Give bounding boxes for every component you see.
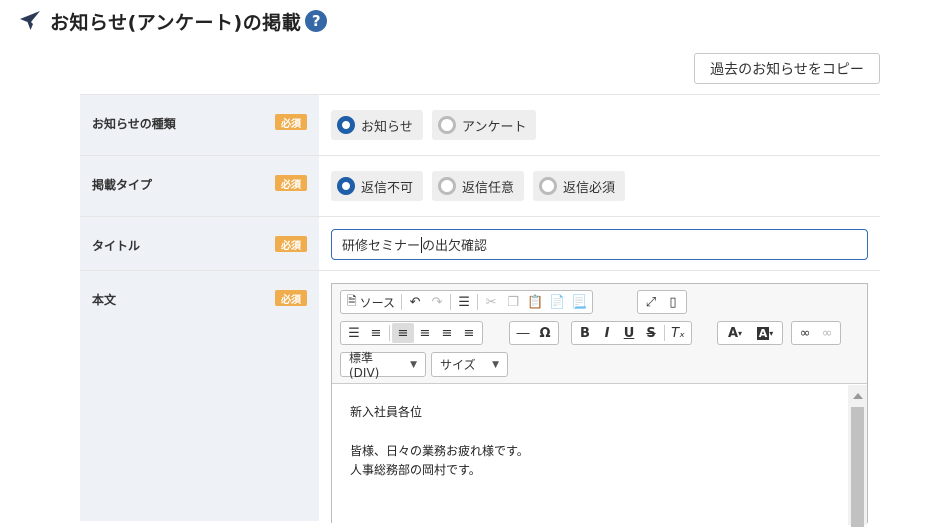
bold-icon[interactable]: B bbox=[574, 323, 596, 343]
editor-scrollbar[interactable] bbox=[848, 385, 867, 527]
radio-checked-icon bbox=[337, 116, 355, 134]
required-badge: 必須 bbox=[275, 175, 307, 191]
rich-text-editor: 🗎 ソース ↶ ↷ ☰ ✂ ❐ 📋 📄 📃 ⤢ ▯ ☰ ≡ ≡ ≡ ≡ ≡ ― … bbox=[331, 283, 868, 527]
required-badge: 必須 bbox=[275, 114, 307, 130]
content-line: 新入社員各位 bbox=[350, 405, 423, 419]
radio-reply-required[interactable]: 返信必須 bbox=[533, 171, 626, 201]
align-justify-icon[interactable]: ≡ bbox=[458, 323, 480, 343]
undo-icon[interactable]: ↶ bbox=[404, 292, 426, 312]
radio-unchecked-icon bbox=[539, 177, 557, 195]
radio-reply-optional[interactable]: 返信任意 bbox=[432, 171, 525, 201]
align-right-icon[interactable]: ≡ bbox=[436, 323, 458, 343]
italic-icon[interactable]: I bbox=[596, 323, 618, 343]
toolbar-group-paragraph: ☰ ≡ ≡ ≡ ≡ ≡ bbox=[340, 321, 483, 345]
maximize-icon[interactable]: ⤢ bbox=[640, 292, 662, 312]
label-notice-type: お知らせの種類 bbox=[92, 117, 176, 131]
label-post-type: 掲載タイプ bbox=[92, 178, 153, 192]
source-button[interactable]: 🗎 ソース bbox=[343, 292, 399, 312]
copy-icon[interactable]: ❐ bbox=[502, 292, 524, 312]
cut-icon[interactable]: ✂ bbox=[480, 292, 502, 312]
text-color-icon[interactable]: A ▾ bbox=[720, 323, 750, 343]
title-text-after-caret: の出欠確認 bbox=[422, 239, 488, 254]
radio-label: 返信必須 bbox=[563, 180, 616, 196]
radio-checked-icon bbox=[337, 177, 355, 195]
link-icon[interactable]: ∞ bbox=[794, 323, 816, 343]
template-icon[interactable]: ☰ bbox=[453, 292, 475, 312]
radio-label: 返信任意 bbox=[462, 180, 515, 196]
label-title: タイトル bbox=[92, 239, 141, 253]
paste-word-icon[interactable]: 📃 bbox=[568, 292, 590, 312]
page-title: お知らせ(アンケート)の掲載 bbox=[50, 11, 302, 34]
paste-text-icon[interactable]: 📄 bbox=[546, 292, 568, 312]
editor-toolbar: 🗎 ソース ↶ ↷ ☰ ✂ ❐ 📋 📄 📃 ⤢ ▯ ☰ ≡ ≡ ≡ ≡ ≡ ― … bbox=[332, 284, 867, 384]
toolbar-group-links: ∞ ∞ bbox=[791, 321, 841, 345]
radio-notice[interactable]: お知らせ bbox=[331, 110, 423, 140]
notice-form: お知らせの種類 必須 お知らせ アンケート 掲載タイプ 必須 返信不可 返信任意… bbox=[80, 94, 880, 527]
title-text-before-caret: 研修セミナー bbox=[342, 239, 421, 254]
numbered-list-icon[interactable]: ☰ bbox=[343, 323, 365, 343]
background-color-icon[interactable]: A ▾ bbox=[750, 323, 780, 343]
page-header: お知らせ(アンケート)の掲載 ? bbox=[18, 8, 328, 34]
content-line: 人事総務部の岡村です。 bbox=[350, 463, 481, 477]
show-blocks-icon[interactable]: ▯ bbox=[662, 292, 684, 312]
dropdown-arrow-icon: ▼ bbox=[492, 359, 499, 370]
required-badge: 必須 bbox=[275, 290, 307, 306]
radio-survey[interactable]: アンケート bbox=[432, 110, 537, 140]
label-body: 本文 bbox=[92, 293, 117, 307]
row-notice-type: お知らせの種類 必須 お知らせ アンケート bbox=[80, 95, 880, 156]
bullet-list-icon[interactable]: ≡ bbox=[365, 323, 387, 343]
radio-unchecked-icon bbox=[438, 116, 456, 134]
help-icon[interactable]: ? bbox=[305, 10, 328, 32]
radio-label: アンケート bbox=[462, 119, 527, 135]
format-select[interactable]: 標準 (DIV) ▼ bbox=[340, 351, 426, 380]
scroll-up-icon[interactable] bbox=[853, 393, 863, 399]
send-icon bbox=[18, 9, 42, 33]
font-size-select[interactable]: サイズ ▼ bbox=[431, 352, 508, 377]
radio-label: お知らせ bbox=[361, 119, 413, 135]
dropdown-arrow-icon: ▼ bbox=[410, 359, 417, 370]
horizontal-rule-icon[interactable]: ― bbox=[512, 323, 534, 343]
radio-unchecked-icon bbox=[438, 177, 456, 195]
toolbar-group-view: ⤢ ▯ bbox=[637, 290, 687, 314]
strikethrough-icon[interactable]: S bbox=[640, 323, 662, 343]
row-title: タイトル 必須 研修セミナー の出欠確認 bbox=[80, 217, 880, 271]
radio-no-reply[interactable]: 返信不可 bbox=[331, 171, 424, 201]
radio-label: 返信不可 bbox=[361, 180, 414, 196]
source-icon: 🗎 bbox=[347, 293, 357, 308]
toolbar-group-insert: ― Ω bbox=[509, 321, 559, 345]
unlink-icon[interactable]: ∞ bbox=[816, 323, 838, 343]
title-input[interactable]: 研修セミナー の出欠確認 bbox=[331, 229, 868, 260]
required-badge: 必須 bbox=[275, 236, 307, 252]
row-body: 本文 必須 🗎 ソース ↶ ↷ ☰ ✂ ❐ 📋 📄 📃 ⤢ ▯ ☰ ≡ ≡ ≡ … bbox=[80, 271, 880, 527]
editor-content[interactable]: 新入社員各位 皆様、日々の業務お疲れ様です。 人事総務部の岡村です。 bbox=[332, 385, 848, 525]
toolbar-group-document: 🗎 ソース ↶ ↷ ☰ ✂ ❐ 📋 📄 📃 bbox=[340, 290, 594, 314]
remove-format-icon[interactable]: Tₓ bbox=[667, 323, 689, 343]
redo-icon[interactable]: ↷ bbox=[426, 292, 448, 312]
special-char-icon[interactable]: Ω bbox=[534, 323, 556, 343]
align-center-icon[interactable]: ≡ bbox=[414, 323, 436, 343]
toolbar-group-basic-styles: B I U S Tₓ bbox=[571, 321, 692, 345]
align-left-icon[interactable]: ≡ bbox=[392, 323, 414, 343]
copy-past-notice-button[interactable]: 過去のお知らせをコピー bbox=[694, 53, 880, 84]
underline-icon[interactable]: U bbox=[618, 323, 640, 343]
row-post-type: 掲載タイプ 必須 返信不可 返信任意 返信必須 bbox=[80, 156, 880, 217]
paste-icon[interactable]: 📋 bbox=[524, 292, 546, 312]
scroll-thumb[interactable] bbox=[851, 407, 864, 527]
toolbar-group-colors: A ▾ A ▾ bbox=[717, 321, 783, 345]
content-line: 皆様、日々の業務お疲れ様です。 bbox=[350, 444, 529, 458]
